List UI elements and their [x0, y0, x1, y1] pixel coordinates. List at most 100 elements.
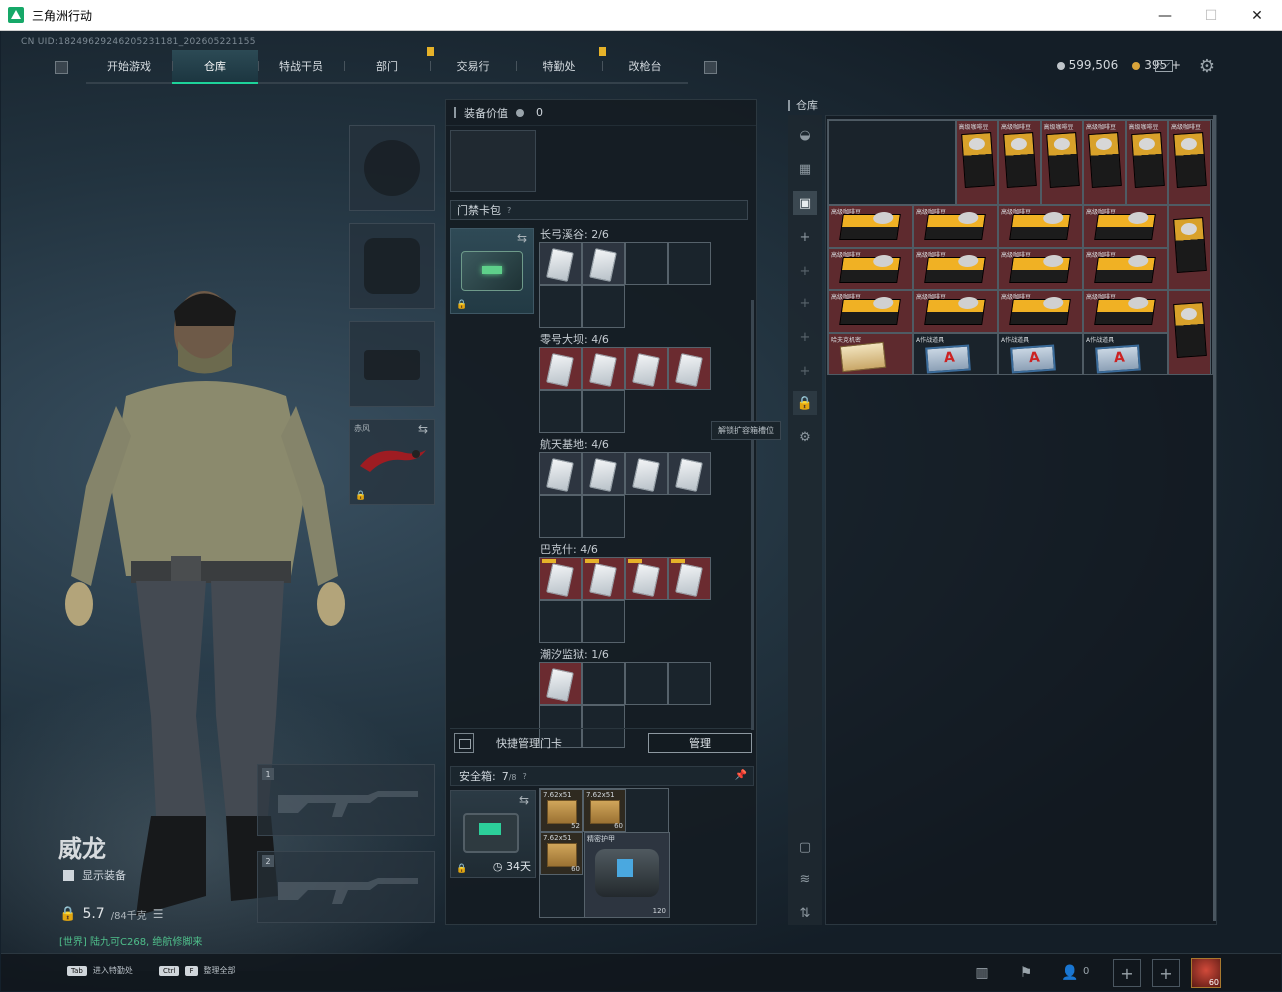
coffee-crate-item[interactable]: 高级咖啡豆 — [998, 290, 1083, 333]
tab-department[interactable]: 部门 — [344, 47, 434, 82]
settings-gear-icon[interactable]: ⚙ — [1199, 56, 1215, 77]
keycard-slot-empty[interactable] — [582, 495, 625, 538]
grid-filter-icon[interactable]: ▦ — [793, 157, 817, 181]
settings-gear-icon[interactable]: ⚙ — [793, 425, 817, 449]
coffee-bean-item[interactable] — [1168, 205, 1211, 290]
invite-slot-button[interactable]: + — [1152, 959, 1180, 987]
coffee-crate-item[interactable]: 高级咖啡豆 — [913, 205, 998, 248]
lock-icon[interactable]: 🔒 — [793, 391, 817, 415]
keycard-slot-filled[interactable] — [668, 452, 711, 495]
add-page-icon[interactable]: + — [793, 259, 817, 283]
add-page-icon[interactable]: + — [793, 225, 817, 249]
stats-chart-icon[interactable]: ▥ — [969, 960, 995, 986]
intel-item[interactable]: A作战道具 — [998, 332, 1083, 375]
keycard-slot-empty[interactable] — [625, 242, 668, 285]
swap-icon[interactable]: ⇆ — [519, 793, 529, 807]
tab-warehouse[interactable]: 仓库 — [172, 50, 258, 84]
player-avatar[interactable]: 60 — [1191, 958, 1221, 988]
helmet-slot[interactable] — [349, 125, 435, 211]
close-button[interactable]: ✕ — [1234, 0, 1280, 31]
swap-icon[interactable]: ⇆ — [517, 231, 527, 245]
minimize-button[interactable]: — — [1142, 0, 1188, 31]
keycard-slot-empty[interactable] — [668, 662, 711, 705]
coffee-crate-item[interactable]: 高级咖啡豆 — [998, 247, 1083, 290]
keycard-slot-empty[interactable] — [539, 285, 582, 328]
keycard-slot-empty[interactable] — [582, 285, 625, 328]
nav-left-key-icon[interactable] — [55, 60, 68, 74]
keycard-slot-filled[interactable] — [625, 557, 668, 600]
coffee-crate-item[interactable]: 高级咖啡豆 — [913, 247, 998, 290]
helmet-filter-icon[interactable]: ◒ — [793, 123, 817, 147]
coffee-bean-item[interactable]: 高级咖啡豆 — [1040, 120, 1083, 205]
add-page-icon[interactable]: + — [793, 291, 817, 315]
keycard-slot-empty[interactable] — [539, 495, 582, 538]
keycard-slot-empty[interactable] — [582, 600, 625, 643]
list-icon[interactable]: ☰ — [153, 907, 164, 921]
secondary-weapon-slot[interactable]: 2 — [257, 851, 435, 923]
keycard-slot-filled[interactable] — [539, 347, 582, 390]
world-chat-message[interactable]: [世界] 陆九可C268, 绝航修脚来 — [59, 933, 202, 948]
keycard-wallet-item[interactable]: ⇆ 🔒 — [450, 228, 534, 314]
empty-stash-slot[interactable] — [828, 120, 956, 205]
add-page-icon[interactable]: + — [793, 325, 817, 349]
armor-item[interactable]: 精密护甲 120 — [584, 832, 670, 918]
coffee-crate-item[interactable]: 高级咖啡豆 — [828, 247, 913, 290]
coffee-bean-item[interactable] — [1168, 290, 1211, 375]
keycard-slot-filled[interactable] — [539, 242, 582, 285]
safe-box-item[interactable]: ⇆ 🔒 ◷ 34天 — [450, 790, 536, 878]
swap-icon[interactable]: ⇆ — [418, 422, 428, 436]
keycard-slot-filled[interactable] — [668, 347, 711, 390]
tab-operators[interactable]: 特战干员 — [258, 50, 344, 82]
keycard-slot-filled[interactable] — [582, 557, 625, 600]
intel-item[interactable]: A作战道具 — [913, 332, 998, 375]
friends-icon[interactable]: 👤 — [1057, 960, 1083, 986]
coffee-crate-item[interactable]: 高级咖啡豆 — [998, 205, 1083, 248]
ammo-item[interactable]: 7.62x51 52 — [540, 789, 583, 832]
tab-hint[interactable]: Tab 进入特勤处 — [67, 965, 133, 976]
primary-weapon-slot[interactable]: 1 — [257, 764, 435, 836]
coffee-crate-item[interactable]: 高级咖啡豆 — [1083, 205, 1168, 248]
show-equipment-toggle[interactable]: 显示装备 — [63, 867, 126, 883]
keycard-slot-filled[interactable] — [582, 452, 625, 495]
tab-market[interactable]: 交易行 — [430, 50, 516, 82]
coffee-bean-item[interactable]: 高级咖啡豆 — [1083, 120, 1126, 205]
keycard-slot-empty[interactable] — [539, 390, 582, 433]
tab-start-game[interactable]: 开始游戏 — [86, 50, 172, 82]
tab-gunsmith[interactable]: 改枪台 — [602, 50, 688, 82]
sort-all-hint[interactable]: Ctrl F 整理全部 — [159, 965, 236, 976]
pistol-slot[interactable] — [349, 321, 435, 407]
ammo-item[interactable]: 7.62x51 60 — [583, 789, 626, 832]
tab-special-ops[interactable]: 特勤处 — [516, 47, 606, 82]
keycard-slot-empty[interactable] — [625, 662, 668, 705]
keycard-slot-filled[interactable] — [582, 242, 625, 285]
layers-icon[interactable]: ≋ — [793, 867, 817, 891]
flag-icon[interactable]: ⚑ — [1013, 960, 1039, 986]
stash-page-4-icon[interactable]: ▣ — [793, 191, 817, 215]
pin-icon[interactable]: 📌 — [735, 770, 747, 781]
armor-slot[interactable] — [349, 223, 435, 309]
invite-slot-button[interactable]: + — [1113, 959, 1141, 987]
add-page-icon[interactable]: + — [793, 359, 817, 383]
sort-icon[interactable]: ⇅ — [793, 901, 817, 925]
melee-slot[interactable]: 赤风 ⇆ 🔒 — [349, 419, 435, 505]
show-equipment-checkbox[interactable] — [63, 869, 74, 881]
mail-icon[interactable] — [1155, 60, 1173, 72]
backpack-slot[interactable] — [450, 130, 536, 192]
coffee-bean-item[interactable]: 高级咖啡豆 — [1168, 120, 1211, 205]
coffee-crate-item[interactable]: 高级咖啡豆 — [913, 290, 998, 333]
keycard-slot-filled[interactable] — [625, 347, 668, 390]
classified-document-item[interactable]: 哈夫克机密 — [828, 332, 913, 375]
keycard-slot-filled[interactable] — [539, 557, 582, 600]
help-icon[interactable]: ? — [507, 206, 511, 215]
keycard-slot-filled[interactable] — [539, 662, 582, 705]
manage-button[interactable]: 管理 — [648, 733, 752, 753]
nav-right-key-icon[interactable] — [704, 60, 717, 74]
help-icon[interactable]: ? — [523, 772, 527, 781]
coffee-bean-item[interactable]: 高级咖啡豆 — [955, 120, 998, 205]
coffee-crate-item[interactable]: 高级咖啡豆 — [1083, 247, 1168, 290]
coffee-bean-item[interactable]: 高级咖啡豆 — [1125, 120, 1168, 205]
keycard-slot-empty[interactable] — [668, 242, 711, 285]
scrollbar[interactable] — [751, 300, 754, 730]
keycard-slot-filled[interactable] — [582, 347, 625, 390]
keycard-slot-filled[interactable] — [668, 557, 711, 600]
